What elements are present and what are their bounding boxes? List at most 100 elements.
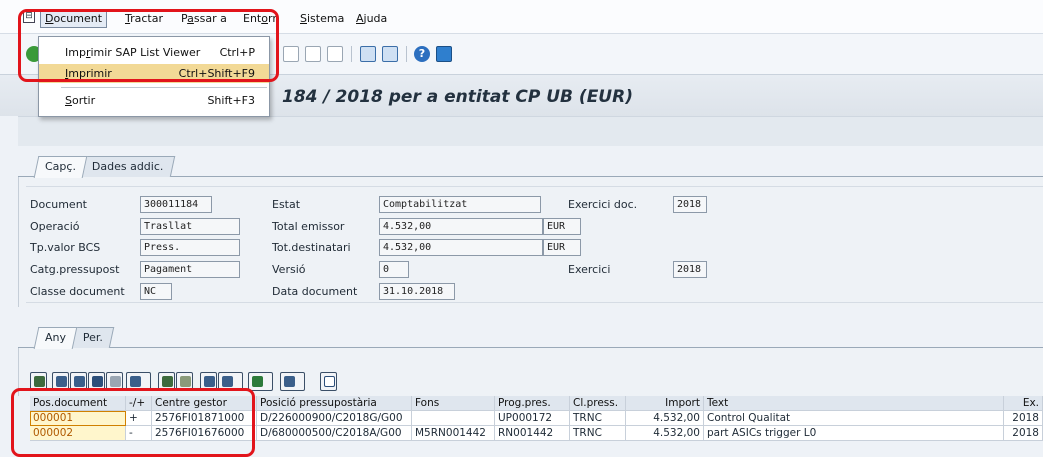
col-fons[interactable]: Fons	[412, 396, 495, 411]
layout-menu-icon[interactable]	[436, 46, 452, 62]
col-prog-pres[interactable]: Prog.pres.	[495, 396, 570, 411]
new-session-icon[interactable]	[360, 46, 376, 62]
item-tabstrip: Any Per.	[18, 324, 1043, 349]
cell-fons	[412, 411, 495, 426]
grid-header-row: Pos.document -/+ Centre gestor Posició p…	[30, 396, 1043, 411]
total-emissor-currency[interactable]: EUR	[543, 218, 581, 235]
table-row[interactable]: 000002 - 2576FI01676000 D/680000500/C201…	[30, 426, 1043, 441]
data-document-field[interactable]: 31.10.2018	[379, 283, 455, 300]
total-button[interactable]	[158, 372, 175, 391]
help-icon[interactable]: ?	[414, 46, 430, 62]
menu-ajuda[interactable]: Ajuda	[356, 10, 387, 28]
information-button[interactable]	[320, 372, 337, 391]
classe-document-field[interactable]: NC	[140, 283, 172, 300]
tab-any[interactable]: Any	[33, 327, 78, 349]
menu-passar-a[interactable]: Passar a	[181, 10, 227, 28]
first-page-icon[interactable]	[283, 46, 299, 62]
col-exercici[interactable]: Ex.	[1004, 396, 1043, 411]
sigma-icon	[162, 376, 173, 387]
print-button[interactable]	[200, 372, 217, 391]
total-emissor-field[interactable]: 4.532,00	[379, 218, 543, 235]
cell-sign: -	[126, 426, 152, 441]
panel-divider	[26, 302, 1043, 303]
cell-text: part ASICs trigger L0	[704, 426, 1004, 441]
next-page-icon[interactable]	[327, 46, 343, 62]
exercici-doc-field[interactable]: 2018	[673, 196, 707, 213]
sort-desc-icon	[74, 376, 85, 387]
cell-posicio-pressupostaria: D/226000900/C2018G/G00	[257, 411, 412, 426]
shortcut-label: Ctrl+P	[219, 46, 255, 59]
col-centre-gestor[interactable]: Centre gestor	[152, 396, 257, 411]
operacio-label: Operació	[30, 220, 80, 233]
previous-page-icon[interactable]	[305, 46, 321, 62]
menu-tractar[interactable]: Tractar	[125, 10, 163, 28]
sort-ascending-button[interactable]	[52, 372, 69, 391]
menu-item-imprimir[interactable]: Imprimir Ctrl+Shift+F9	[39, 64, 269, 83]
menu-item-sortir[interactable]: Sortir Shift+F3	[39, 91, 269, 110]
export-button[interactable]	[248, 372, 273, 391]
filter-button[interactable]	[126, 372, 151, 391]
header-tabstrip: Capç. Dades addic.	[18, 153, 1043, 178]
details-button[interactable]	[30, 372, 47, 391]
info-icon	[324, 376, 335, 387]
toolbar-separator	[406, 46, 407, 62]
cell-centre-gestor: 2576FI01676000	[152, 426, 257, 441]
document-field[interactable]: 300011184	[140, 196, 212, 213]
tab-capc[interactable]: Capç.	[33, 156, 88, 178]
cell-cl-press: TRNC	[570, 426, 626, 441]
cell-text: Control Qualitat	[704, 411, 1004, 426]
cell-exercici: 2018	[1004, 426, 1043, 441]
menu-item-imprimir-alv[interactable]: Imprimir SAP List Viewer Ctrl+P	[39, 43, 269, 62]
cell-cl-press: TRNC	[570, 411, 626, 426]
binoculars-icon	[92, 376, 103, 387]
cell-fons: M5RN001442	[412, 426, 495, 441]
col-text[interactable]: Text	[704, 396, 1004, 411]
table-row[interactable]: 000001 + 2576FI01871000 D/226000900/C201…	[30, 411, 1043, 426]
layout-button[interactable]	[280, 372, 305, 391]
tot-destinatari-currency[interactable]: EUR	[543, 239, 581, 256]
tot-destinatari-field[interactable]: 4.532,00	[379, 239, 543, 256]
operacio-field[interactable]: Trasllat	[140, 218, 240, 235]
col-import[interactable]: Import	[626, 396, 704, 411]
data-document-label: Data document	[272, 285, 358, 298]
system-menu-icon[interactable]: ⊟	[23, 10, 35, 23]
sort-descending-button[interactable]	[70, 372, 87, 391]
document-label: Document	[30, 198, 87, 211]
col-sign[interactable]: -/+	[126, 396, 152, 411]
layout-icon	[284, 376, 295, 387]
filter-icon	[130, 376, 141, 387]
page-title: 184 / 2018 per a entitat CP UB (EUR)	[282, 87, 633, 107]
col-posicio-pressupostaria[interactable]: Posició pressupostària	[257, 396, 412, 411]
menu-entorn[interactable]: Entorn	[243, 10, 279, 28]
cell-sign: +	[126, 411, 152, 426]
estat-field[interactable]: Comptabilitzat	[379, 196, 541, 213]
tot-destinatari-label: Tot.destinatari	[272, 241, 351, 254]
menu-document[interactable]: Document	[40, 10, 108, 28]
col-cl-press[interactable]: Cl.press.	[570, 396, 626, 411]
versio-field[interactable]: 0	[379, 261, 409, 278]
tp-valor-field[interactable]: Press.	[140, 239, 240, 256]
cell-pos-document[interactable]: 000001	[30, 411, 126, 426]
subtotal-button[interactable]	[176, 372, 193, 391]
function-bar	[18, 116, 1043, 146]
find-next-button[interactable]	[106, 372, 123, 391]
shortcut-icon[interactable]	[382, 46, 398, 62]
catg-pressupost-field[interactable]: Pagament	[140, 261, 240, 278]
cell-centre-gestor: 2576FI01871000	[152, 411, 257, 426]
exercici-field[interactable]: 2018	[673, 261, 707, 278]
menu-sistema[interactable]: Sistema	[300, 10, 344, 28]
find-button[interactable]	[88, 372, 105, 391]
cell-pos-document[interactable]: 000002	[30, 426, 126, 441]
cell-posicio-pressupostaria: D/680000500/C2018A/G00	[257, 426, 412, 441]
tab-dades-addic[interactable]: Dades addic.	[80, 156, 175, 177]
alv-toolbar	[30, 372, 1043, 392]
subtotal-icon	[180, 376, 191, 387]
cell-exercici: 2018	[1004, 411, 1043, 426]
cell-prog-pres: UP000172	[495, 411, 570, 426]
col-pos-document[interactable]: Pos.document	[30, 396, 126, 411]
classe-document-label: Classe document	[30, 285, 125, 298]
shortcut-label: Shift+F3	[207, 94, 255, 107]
views-button[interactable]	[218, 372, 243, 391]
tab-per[interactable]: Per.	[71, 327, 115, 348]
sort-asc-icon	[56, 376, 67, 387]
